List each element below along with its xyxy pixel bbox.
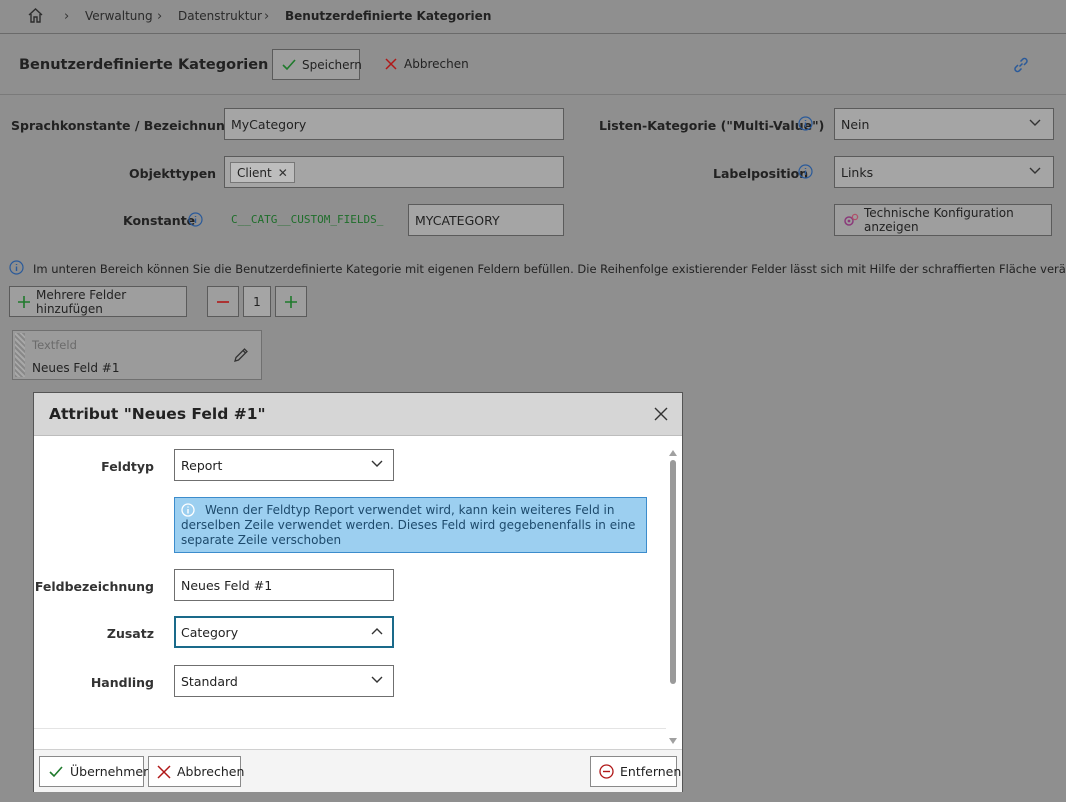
- dialog-cancel-label: Abbrechen: [177, 764, 245, 779]
- field-count-input[interactable]: 1: [243, 286, 271, 317]
- breadcrumb-item-datenstruktur[interactable]: Datenstruktur: [178, 9, 262, 23]
- plus-icon: [284, 295, 298, 309]
- add-fields-label: Mehrere Felder hinzufügen: [36, 287, 127, 316]
- apply-button-label: Übernehmen: [70, 764, 152, 779]
- cancel-button-label: Abbrechen: [404, 57, 469, 71]
- labelpos-select[interactable]: Links: [834, 156, 1054, 188]
- scroll-up-arrow[interactable]: [669, 445, 677, 459]
- info-icon: [181, 503, 195, 517]
- info-icon[interactable]: [798, 164, 813, 179]
- constant-input[interactable]: MYCATEGORY: [408, 204, 564, 236]
- objecttypes-label: Objekttypen: [129, 166, 217, 181]
- chevron-right-icon: ›: [264, 9, 270, 24]
- handling-label: Handling: [90, 675, 154, 690]
- increment-button[interactable]: [275, 286, 307, 317]
- handling-select[interactable]: Standard: [174, 665, 394, 697]
- chevron-down-icon: [371, 676, 383, 684]
- save-button-label: Speichern: [302, 57, 362, 72]
- labelpos-label: Labelposition: [713, 166, 809, 181]
- dialog-scrollbar[interactable]: [667, 445, 679, 745]
- page-title: Benutzerdefinierte Kategorien: [19, 57, 269, 73]
- remove-button-label: Entfernen: [620, 764, 682, 779]
- tech-config-label: Technische Konfiguration anzeigen: [864, 206, 1014, 234]
- attribute-dialog: Attribut "Neues Feld #1" Feldtyp Report …: [33, 392, 683, 792]
- scroll-down-arrow[interactable]: [669, 733, 677, 747]
- close-icon[interactable]: [654, 407, 668, 421]
- handling-select-value: Standard: [181, 674, 238, 689]
- multivalue-label: Listen-Kategorie ("Multi-Value"): [599, 118, 825, 133]
- objecttypes-input[interactable]: Client ✕: [224, 156, 564, 188]
- gears-icon: [842, 212, 860, 228]
- drag-handle[interactable]: [15, 333, 25, 377]
- name-input[interactable]: MyCategory: [224, 108, 564, 140]
- feldtyp-info-box: Wenn der Feldtyp Report verwendet wird, …: [174, 497, 647, 553]
- plus-icon: [17, 295, 31, 309]
- zusatz-select-value: Category: [181, 625, 239, 640]
- feldtyp-label: Feldtyp: [101, 459, 154, 474]
- chevron-right-icon: ›: [64, 9, 70, 24]
- dialog-title: Attribut "Neues Feld #1": [49, 405, 266, 423]
- home-icon[interactable]: [27, 7, 44, 24]
- chevron-down-icon: [1029, 119, 1041, 127]
- chevron-down-icon: [371, 460, 383, 468]
- tech-config-button[interactable]: Technische Konfiguration anzeigen: [834, 204, 1052, 236]
- apply-button[interactable]: Übernehmen: [39, 756, 151, 787]
- remove-tag-icon[interactable]: ✕: [278, 166, 288, 180]
- objecttype-tag: Client ✕: [230, 162, 295, 183]
- feldtyp-select[interactable]: Report: [174, 449, 394, 481]
- dialog-header: Attribut "Neues Feld #1": [34, 393, 682, 436]
- name-input-value: MyCategory: [231, 117, 307, 132]
- dialog-footer: Übernehmen Abbrechen Entfernen: [34, 749, 682, 792]
- constant-prefix: C__CATG__CUSTOM_FIELDS_: [231, 213, 384, 226]
- check-icon: [48, 765, 64, 779]
- field-card[interactable]: Textfeld Neues Feld #1: [12, 330, 262, 380]
- labelpos-select-value: Links: [841, 165, 874, 180]
- feldbezeichnung-value: Neues Feld #1: [181, 578, 273, 593]
- zusatz-select[interactable]: Category: [174, 616, 394, 648]
- info-icon: [9, 260, 24, 275]
- chevron-up-icon: [371, 627, 383, 635]
- breadcrumb-item-verwaltung[interactable]: Verwaltung: [85, 9, 153, 23]
- close-icon: [157, 764, 171, 779]
- check-icon: [281, 58, 297, 72]
- info-text: Im unteren Bereich können Sie die Benutz…: [33, 262, 1066, 276]
- cancel-button[interactable]: Abbrechen: [384, 57, 469, 71]
- field-count-value: 1: [253, 294, 261, 309]
- constant-label: Konstante: [123, 213, 196, 228]
- pencil-icon[interactable]: [233, 347, 249, 363]
- add-fields-button[interactable]: Mehrere Felder hinzufügen: [9, 286, 187, 317]
- remove-icon: [599, 764, 614, 779]
- minus-icon: [216, 295, 230, 309]
- chevron-down-icon: [1029, 167, 1041, 175]
- zusatz-label: Zusatz: [106, 626, 154, 641]
- link-icon[interactable]: [1012, 56, 1030, 74]
- content-divider: [34, 728, 666, 729]
- multivalue-select-value: Nein: [841, 117, 870, 132]
- remove-button[interactable]: Entfernen: [590, 756, 681, 787]
- feldbezeichnung-input[interactable]: Neues Feld #1: [174, 569, 394, 601]
- field-card-name: Neues Feld #1: [32, 361, 120, 375]
- multivalue-select[interactable]: Nein: [834, 108, 1054, 140]
- chevron-right-icon: ›: [157, 9, 163, 24]
- page-header: Benutzerdefinierte Kategorien Speichern …: [0, 35, 1066, 95]
- info-icon[interactable]: [188, 212, 203, 227]
- feldtyp-select-value: Report: [181, 458, 223, 473]
- close-icon: [384, 57, 398, 71]
- constant-input-value: MYCATEGORY: [415, 213, 500, 228]
- decrement-button[interactable]: [207, 286, 239, 317]
- name-label: Sprachkonstante / Bezeichnung: [11, 118, 234, 133]
- objecttype-tag-label: Client: [237, 165, 272, 180]
- info-icon[interactable]: [798, 116, 813, 131]
- field-card-type: Textfeld: [32, 338, 77, 352]
- breadcrumb: › Verwaltung › Datenstruktur › Benutzerd…: [0, 0, 1066, 34]
- save-button[interactable]: Speichern: [272, 49, 362, 80]
- scroll-thumb[interactable]: [670, 460, 676, 684]
- feldbezeichnung-label: Feldbezeichnung: [34, 579, 154, 594]
- dialog-cancel-button[interactable]: Abbrechen: [148, 756, 245, 787]
- feldtyp-info-text: Wenn der Feldtyp Report verwendet wird, …: [181, 503, 636, 547]
- breadcrumb-item-current: Benutzerdefinierte Kategorien: [285, 9, 492, 23]
